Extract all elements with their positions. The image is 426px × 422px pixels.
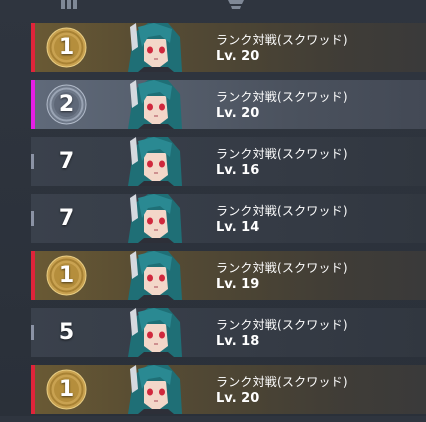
match-mode-label: ランク対戦(スクワッド) [216,318,348,332]
player-level: Lv. 14 [216,220,260,235]
placement-accent-bar [31,154,34,169]
character-avatar [128,194,182,243]
placement-number: 1 [58,377,75,402]
match-mode-label: ランク対戦(スクワッド) [216,375,348,389]
player-level: Lv. 20 [216,391,260,406]
placement-number: 2 [58,92,75,117]
placement-number: 7 [58,149,75,174]
placement-accent-bar [31,325,34,340]
player-level: Lv. 19 [216,277,260,292]
placement-accent-bar [31,251,35,300]
placement-accent-bar [31,365,35,414]
match-row[interactable]: 2 ランク対戦(スクワッド) Lv. 20 [31,80,426,129]
placement-number: 1 [58,35,75,60]
match-row[interactable]: 7 ランク対戦(スクワッド) Lv. 16 [31,137,426,186]
character-avatar [128,308,182,357]
player-level: Lv. 20 [216,49,260,64]
match-row[interactable]: 1 ランク対戦(スクワッド) Lv. 20 [31,23,426,72]
character-avatar [128,137,182,186]
player-level: Lv. 16 [216,163,260,178]
placement-accent-bar [31,211,34,226]
match-mode-label: ランク対戦(スクワッド) [216,261,348,275]
match-mode-label: ランク対戦(スクワッド) [216,204,348,218]
placement-number: 1 [58,263,75,288]
character-avatar [128,23,182,72]
placement-number: 5 [58,320,75,345]
character-avatar [128,251,182,300]
placement-accent-bar [31,23,35,72]
player-level: Lv. 18 [216,334,260,349]
match-row[interactable]: 1 ランク対戦(スクワッド) Lv. 19 [31,251,426,300]
character-avatar [128,365,182,414]
player-level: Lv. 20 [216,106,260,121]
stats-bars-icon [61,0,77,9]
placement-number: 7 [58,206,75,231]
match-history-list: 1 ランク対戦(スクワッド) Lv. 20 2 ランク対戦(スクワッド) Lv.… [31,23,426,422]
placement-accent-bar [31,80,35,129]
match-row[interactable]: 1 ランク対戦(スクワッド) Lv. 20 [31,365,426,414]
match-row[interactable]: 5 ランク対戦(スクワッド) Lv. 18 [31,308,426,357]
match-mode-label: ランク対戦(スクワッド) [216,33,348,47]
character-avatar [128,80,182,129]
match-row[interactable]: 7 ランク対戦(スクワッド) Lv. 14 [31,194,426,243]
match-mode-label: ランク対戦(スクワッド) [216,147,348,161]
column-header [0,0,426,16]
match-mode-label: ランク対戦(スクワッド) [216,90,348,104]
rank-emblem-icon [228,0,244,9]
